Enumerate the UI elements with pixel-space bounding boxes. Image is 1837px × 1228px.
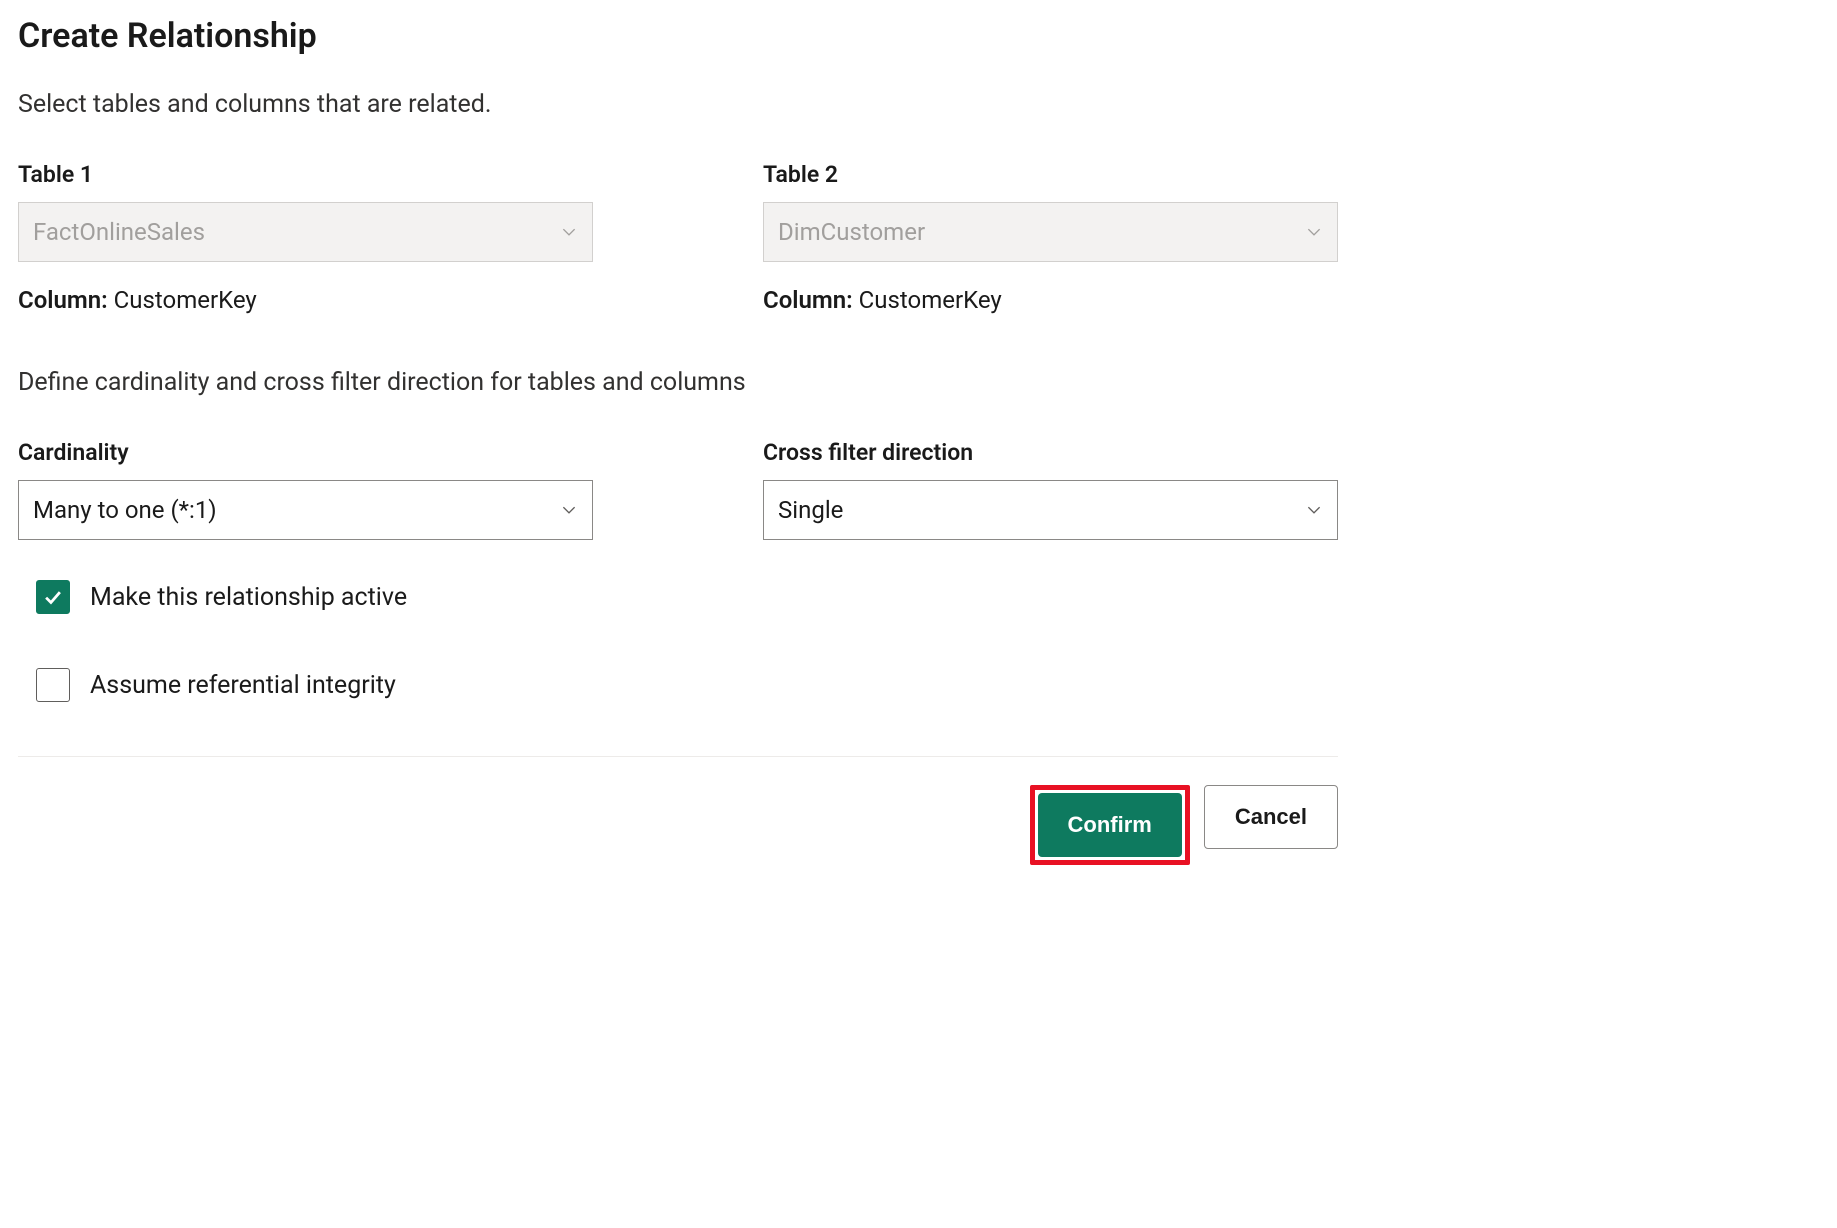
table1-select[interactable]: FactOnlineSales (18, 202, 593, 262)
table2-column-label: Column: (763, 286, 853, 314)
integrity-checkbox-label: Assume referential integrity (90, 671, 396, 700)
confirm-highlight: Confirm (1030, 785, 1190, 865)
active-checkbox-label: Make this relationship active (90, 583, 407, 612)
integrity-checkbox[interactable] (36, 668, 70, 702)
cancel-button[interactable]: Cancel (1204, 785, 1338, 849)
cardinality-label: Cardinality (18, 439, 593, 466)
chevron-down-icon (560, 223, 578, 241)
integrity-checkbox-row[interactable]: Assume referential integrity (36, 668, 1338, 702)
cardinality-select[interactable]: Many to one (*:1) (18, 480, 593, 540)
table1-label: Table 1 (18, 161, 593, 188)
table1-column-value: CustomerKey (114, 286, 257, 314)
checkmark-icon (42, 586, 64, 608)
dialog-title: Create Relationship (18, 16, 1338, 56)
confirm-button[interactable]: Confirm (1038, 793, 1182, 857)
dialog-footer: Confirm Cancel (18, 756, 1338, 893)
table2-label: Table 2 (763, 161, 1338, 188)
table1-column-line: Column: CustomerKey (18, 286, 593, 314)
active-checkbox[interactable] (36, 580, 70, 614)
table2-select[interactable]: DimCustomer (763, 202, 1338, 262)
crossfilter-label: Cross filter direction (763, 439, 1338, 466)
cardinality-section: Cardinality Many to one (*:1) (18, 439, 593, 540)
table1-column-label: Column: (18, 286, 108, 314)
table2-column-line: Column: CustomerKey (763, 286, 1338, 314)
tables-row: Table 1 FactOnlineSales Column: Customer… (18, 161, 1338, 314)
crossfilter-select[interactable]: Single (763, 480, 1338, 540)
table2-column-value: CustomerKey (859, 286, 1002, 314)
chevron-down-icon (560, 501, 578, 519)
table1-section: Table 1 FactOnlineSales Column: Customer… (18, 161, 593, 314)
create-relationship-dialog: Create Relationship Select tables and co… (18, 16, 1338, 893)
chevron-down-icon (1305, 223, 1323, 241)
crossfilter-section: Cross filter direction Single (763, 439, 1338, 540)
table2-select-value: DimCustomer (778, 218, 925, 246)
table2-section: Table 2 DimCustomer Column: CustomerKey (763, 161, 1338, 314)
cardinality-select-value: Many to one (*:1) (33, 496, 217, 524)
cardinality-instruction: Define cardinality and cross filter dire… (18, 368, 1338, 397)
cardinality-row: Cardinality Many to one (*:1) Cross filt… (18, 439, 1338, 540)
chevron-down-icon (1305, 501, 1323, 519)
crossfilter-select-value: Single (778, 496, 843, 524)
table1-select-value: FactOnlineSales (33, 218, 205, 246)
active-checkbox-row[interactable]: Make this relationship active (36, 580, 1338, 614)
dialog-instruction: Select tables and columns that are relat… (18, 90, 1338, 119)
